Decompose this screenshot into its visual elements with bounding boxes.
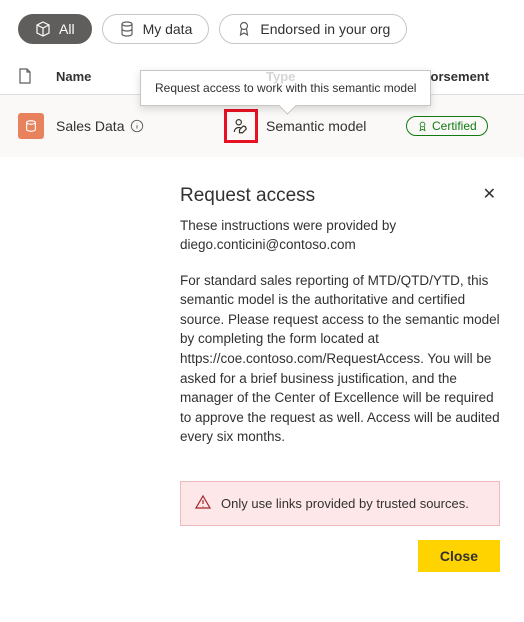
filter-label: My data xyxy=(143,21,193,37)
trust-warning: Only use links provided by trusted sourc… xyxy=(180,481,500,526)
dialog-body: For standard sales reporting of MTD/QTD/… xyxy=(180,271,500,447)
item-type: Semantic model xyxy=(266,118,406,134)
item-name: Sales Data xyxy=(56,118,216,134)
close-button[interactable]: Close xyxy=(418,540,500,572)
filter-label: All xyxy=(59,21,75,37)
request-access-button[interactable] xyxy=(224,109,258,143)
database-icon xyxy=(119,21,135,37)
filter-endorsed[interactable]: Endorsed in your org xyxy=(219,14,407,44)
warning-icon xyxy=(195,494,211,513)
column-type-header[interactable]: Type xyxy=(266,69,406,84)
ribbon-icon xyxy=(236,21,252,37)
info-icon[interactable] xyxy=(130,119,144,133)
cube-icon xyxy=(35,21,51,37)
dialog-title: Request access xyxy=(180,185,315,207)
filter-mydata[interactable]: My data xyxy=(102,14,210,44)
close-icon[interactable]: ✕ xyxy=(479,185,500,205)
request-access-dialog: Request access ✕ These instructions were… xyxy=(180,185,500,572)
ribbon-icon xyxy=(417,121,428,132)
filter-all[interactable]: All xyxy=(18,14,92,44)
column-icon-header xyxy=(18,68,56,84)
dataset-icon xyxy=(18,113,44,139)
filter-label: Endorsed in your org xyxy=(260,21,390,37)
filter-bar: All My data Endorsed in your org xyxy=(0,0,524,56)
dialog-intro: These instructions were provided by dieg… xyxy=(180,217,500,255)
certified-badge: Certified xyxy=(406,116,488,136)
